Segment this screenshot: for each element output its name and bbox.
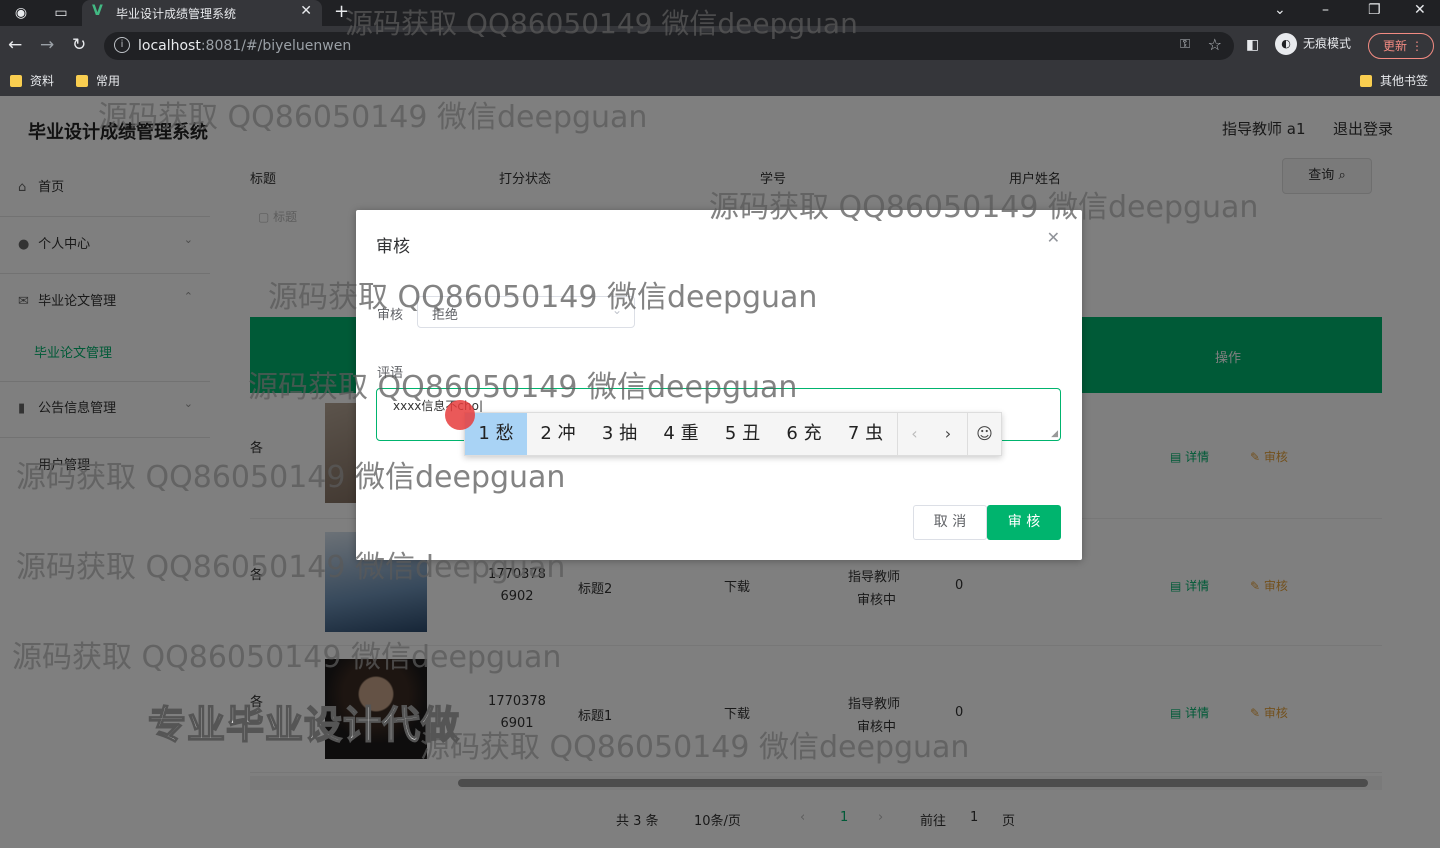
close-icon[interactable]: ✕: [1047, 228, 1060, 247]
browser-menu-icon[interactable]: ◉: [12, 4, 30, 22]
update-button[interactable]: 更新 ⋮: [1368, 33, 1434, 59]
vue-favicon-icon: V: [92, 3, 103, 19]
close-window-icon[interactable]: ✕: [1414, 2, 1426, 18]
minimize-icon[interactable]: –: [1322, 2, 1329, 18]
tab-close-icon[interactable]: ✕: [300, 3, 312, 19]
watermark: 源码获取 QQ86050149 微信deepguan: [268, 280, 818, 315]
forward-icon[interactable]: →: [40, 35, 54, 55]
cancel-button[interactable]: 取 消: [913, 505, 987, 540]
ime-candidate[interactable]: 3 抽: [589, 413, 650, 455]
sidebar-toggle-icon[interactable]: ◧: [1246, 37, 1259, 53]
other-bookmarks[interactable]: 其他书签: [1360, 72, 1428, 89]
site-info-icon[interactable]: i: [114, 37, 130, 53]
bookmark-folder[interactable]: 资料: [10, 72, 54, 89]
tab-search-icon[interactable]: ▭: [52, 4, 70, 22]
reload-icon[interactable]: ↻: [72, 35, 86, 55]
watermark: 源码获取 QQ86050149 微信deepguan: [16, 550, 566, 585]
restore-icon[interactable]: ❐: [1368, 2, 1381, 18]
ime-next-icon[interactable]: ›: [931, 413, 965, 455]
ime-candidate[interactable]: 4 重: [650, 413, 712, 455]
ime-candidate-bar: 1 愁 2 冲 3 抽 4 重 5 丑 6 充 7 虫 ‹ › ☺: [464, 412, 1002, 456]
ime-candidate[interactable]: 7 虫: [835, 413, 896, 455]
watermark: 源码获取 QQ86050149 微信deepguan: [16, 460, 566, 495]
browser-tab-active[interactable]: V 毕业设计成绩管理系统 ✕: [82, 0, 322, 26]
back-icon[interactable]: ←: [8, 35, 22, 55]
incognito-profile[interactable]: ◐ 无痕模式: [1275, 33, 1351, 55]
watermark: 源码获取 QQ86050149 微信deepguan: [98, 100, 648, 135]
watermark: 源码获取 QQ86050149 微信deepguan: [709, 190, 1259, 225]
promo-banner: 专业毕业设计代做: [147, 702, 461, 748]
ime-candidate[interactable]: 6 充: [773, 413, 835, 455]
ime-candidate[interactable]: 5 丑: [712, 413, 773, 455]
tab-list-chevron-icon[interactable]: ⌄: [1274, 2, 1286, 18]
dialog-title: 审核: [376, 237, 410, 257]
ime-candidate[interactable]: 2 冲: [527, 413, 589, 455]
more-menu-icon[interactable]: ⋮: [1411, 34, 1423, 58]
incognito-icon: ◐: [1275, 33, 1297, 55]
ime-emoji-icon[interactable]: ☺: [967, 413, 1001, 455]
bookmark-folder[interactable]: 常用: [76, 72, 120, 89]
password-key-icon[interactable]: ⚿: [1180, 37, 1190, 52]
folder-icon: [10, 75, 22, 87]
tab-title: 毕业设计成绩管理系统: [116, 7, 237, 21]
watermark: 源码获取 QQ86050149 微信deepguan: [345, 7, 858, 40]
folder-icon: [1360, 75, 1372, 87]
watermark: 源码获取 QQ86050149 微信deepguan: [248, 370, 798, 405]
url-text[interactable]: localhost:8081/#/biyeluenwen: [138, 38, 351, 54]
watermark: 源码获取 QQ86050149 微信deepguan: [12, 640, 562, 675]
bookmark-star-icon[interactable]: ☆: [1208, 35, 1222, 54]
folder-icon: [76, 75, 88, 87]
confirm-review-button[interactable]: 审 核: [987, 505, 1061, 540]
watermark: 源码获取 QQ86050149 微信deepguan: [420, 730, 970, 765]
resize-handle-icon[interactable]: ◢: [1051, 429, 1058, 439]
ime-prev-icon[interactable]: ‹: [897, 413, 931, 455]
